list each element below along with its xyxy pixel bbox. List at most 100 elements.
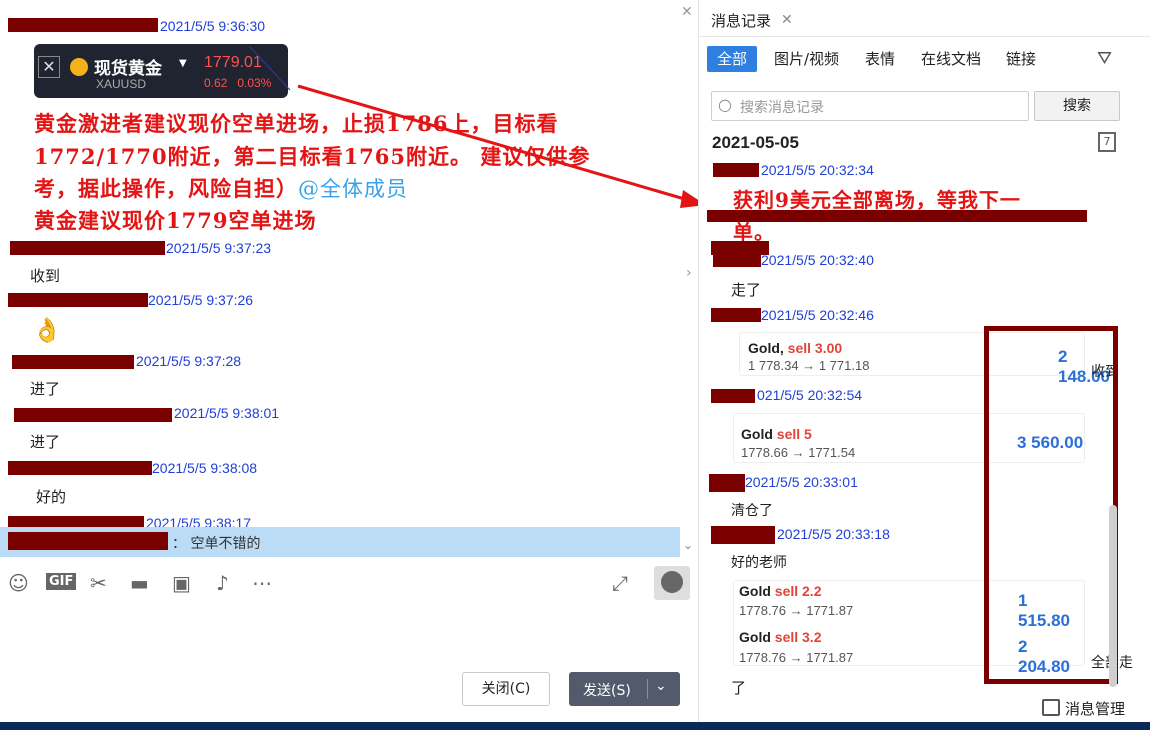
close-icon[interactable]: ✕ [781,12,793,28]
clock-icon [661,571,683,593]
more-icon[interactable]: ⋯ [252,571,272,595]
history-clock-button[interactable] [654,566,690,600]
message-text: 走了 [731,281,762,299]
close-button[interactable]: 关闭(C) [462,672,550,706]
redacted-sender [711,526,775,544]
search-icon: ○ [718,95,732,114]
divider [647,679,648,699]
ticker-symbol: XAUUSD [96,77,147,91]
ticker-change: 0.62 0.03% [204,76,272,90]
message-timestamp: 2021/5/5 9:36:30 [160,18,266,34]
trade-route: 1778.66 → 1771.54 [741,445,856,460]
message-timestamp: 2021/5/5 9:37:23 [166,240,272,256]
redacted-sender [8,532,168,550]
trade-instrument: Gold sell 5 [741,426,812,442]
history-tab-title[interactable]: 消息记录 [711,10,771,31]
filter-emoji[interactable]: 表情 [855,46,905,72]
trade-instrument: Gold sell 2.2 [739,583,822,599]
redacted-sender [713,163,759,177]
redacted-sender [711,308,761,322]
input-toolbar: ☺ GIF ✂ ▬ ▣ ♪ ⋯ ⤢ [0,565,698,601]
message-text: 进了 [30,433,61,451]
chat-window: ✕ 2021/5/5 9:36:30 ✕ 现货黄金 ▼ XAUUSD 1779.… [0,0,698,730]
taskbar [0,722,1150,730]
signal-line-2: 1772/1770附近，第二目标看1765附近。 建议仅供参 [34,144,591,169]
signal-line-4: 黄金建议现价1779空单进场 [34,208,317,233]
trade-route: 1778.76 → 1771.87 [739,650,854,665]
send-label: 发送(S) [583,683,631,699]
redacted-sender [8,18,158,32]
message-timestamp: 2021/5/5 20:32:34 [761,162,874,178]
message-timestamp: 021/5/5 20:32:54 [757,387,863,403]
message-history-panel: 消息记录 ✕ 全部 图片/视频 表情 在线文档 链接 ⛛ ○ 搜索消息记录 搜索… [698,0,1150,730]
redacted-sender [709,474,745,492]
dropdown-icon[interactable]: ▼ [179,58,187,69]
signal-line-3: 考，据此操作，风险自担）@全体成员 [34,176,408,201]
expand-panel-icon[interactable]: › [686,265,692,281]
ticker-name: 现货黄金 [94,59,162,79]
emoji-icon[interactable]: ☺ [8,571,29,595]
divider [699,36,1150,37]
trade-route: 1 778.34 → 1 771.18 [748,358,870,373]
filter-links[interactable]: 链接 [996,46,1046,72]
redacted-sender [12,355,134,369]
message-timestamp: 2021/5/5 9:38:08 [152,460,258,476]
trade-instrument: Gold, sell 3.00 [748,340,843,356]
scrollbar[interactable] [1109,505,1117,687]
gold-coin-icon [70,58,88,76]
filter-docs[interactable]: 在线文档 [911,46,991,72]
signal-line-1: 黄金激进者建议现价空单进场，止损1786上，目标看 [34,111,559,136]
calendar-icon[interactable]: 7 [1098,132,1116,152]
message-timestamp: 2021/5/5 9:37:28 [136,353,242,369]
message-timestamp: 2021/5/5 9:38:01 [174,405,280,421]
send-button[interactable]: 发送(S) ⌄ [569,672,680,706]
message-text: 清仓了 [731,503,773,519]
message-timestamp: 2021/5/5 9:37:26 [148,292,254,308]
message-timestamp: 2021/5/5 20:32:40 [761,252,874,268]
trade-instrument: Gold sell 3.2 [739,629,822,645]
message-text: 了 [731,679,747,697]
gold-ticker-card[interactable]: ✕ 现货黄金 ▼ XAUUSD 1779.01 0.62 0.03% [34,44,288,98]
ok-emoji: 👌 [32,316,62,344]
trade-route: 1778.76 → 1771.87 [739,603,854,618]
message-timestamp: 2021/5/5 20:33:01 [745,474,858,490]
exit-signal-line-1: 获利9美元全部离场，等我下一 [733,188,1021,212]
quoted-text: ： 空单不错的 [172,536,261,552]
message-manage-button[interactable]: 消息管理 [1065,698,1125,719]
filter-all[interactable]: 全部 [707,46,758,72]
image-icon[interactable]: ▣ [172,571,191,595]
collapse-icon[interactable]: ⌄ [683,538,693,552]
redacted-sender [8,461,152,475]
search-button[interactable]: 搜索 [1034,91,1120,121]
redacted-sender [10,241,165,255]
manage-label: 消息管理 [1065,700,1126,718]
bell-icon[interactable]: ♪ [216,571,229,595]
scissors-icon[interactable]: ✂ [90,571,107,595]
message-timestamp: 2021/5/5 20:33:18 [777,526,890,542]
message-text: 进了 [30,380,61,398]
message-timestamp: 2021/5/5 20:32:46 [761,307,874,323]
search-placeholder: 搜索消息记录 [740,100,824,116]
gif-icon[interactable]: GIF [46,573,77,590]
mention-all[interactable]: @全体成员 [298,177,408,201]
chevron-down-icon[interactable]: ⌄ [655,678,667,694]
redacted-sender [711,389,755,403]
redacted-sender [8,293,148,307]
close-icon[interactable]: ✕ [38,56,60,78]
message-input[interactable] [0,604,698,664]
highlight-box [984,326,1118,684]
message-text: 收到 [30,267,61,285]
search-input[interactable]: ○ 搜索消息记录 [711,91,1029,121]
top-close-icon[interactable]: ✕ [681,4,693,20]
redacted-sender [14,408,172,422]
fullscreen-icon[interactable]: ⤢ [612,571,628,595]
filter-media[interactable]: 图片/视频 [764,46,849,72]
redacted-sender [713,253,761,267]
ticker-price: 1779.01 [204,54,262,71]
date-header: 2021-05-05 [712,133,799,152]
message-manage-icon [1042,699,1060,716]
filter-funnel-icon[interactable]: ⛛ [1097,48,1112,69]
message-text: 好的老师 [731,555,787,571]
folder-icon[interactable]: ▬ [130,571,149,595]
message-text: 好的 [36,488,67,506]
